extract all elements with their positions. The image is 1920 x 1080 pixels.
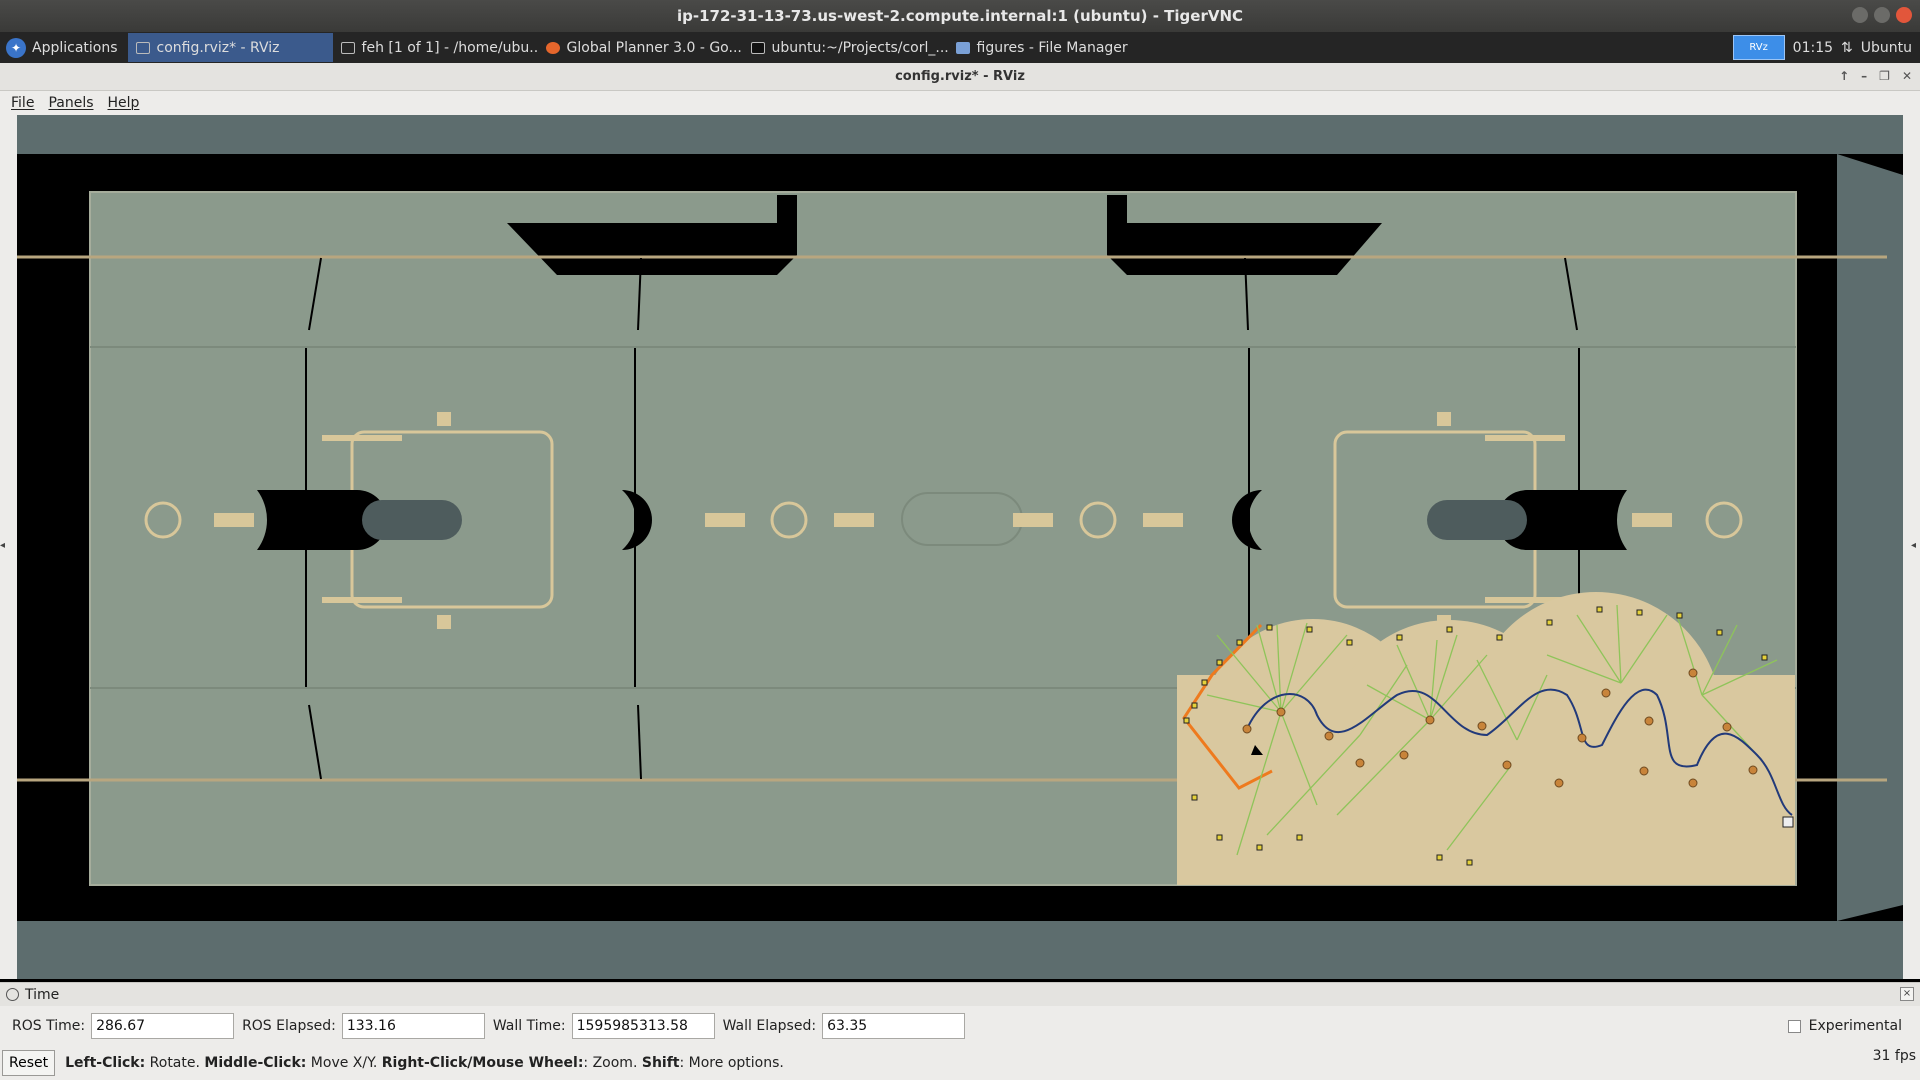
window-icon bbox=[340, 41, 355, 54]
task-label: Global Planner 3.0 - Go... bbox=[566, 39, 742, 56]
status-bar: Reset Left-Click: Rotate. Middle-Click: … bbox=[0, 1046, 1920, 1080]
wall-elapsed-label: Wall Elapsed: bbox=[722, 1018, 817, 1034]
time-panel-title: Time bbox=[25, 986, 60, 1003]
hint-left-click: Left-Click: bbox=[65, 1055, 146, 1071]
hint-shift-desc: : More options. bbox=[679, 1055, 784, 1071]
minimize-icon[interactable]: – bbox=[1861, 69, 1867, 83]
collapse-left-icon: ◂ bbox=[0, 540, 6, 551]
shade-icon[interactable]: ↑ bbox=[1839, 69, 1849, 83]
keyboard-layout-badge[interactable]: RVz bbox=[1732, 35, 1785, 60]
collapse-right-icon: ◂ bbox=[1910, 540, 1916, 551]
rviz-menubar: File Panels Help bbox=[0, 91, 1920, 115]
task-label: ubuntu:~/Projects/corl_... bbox=[771, 39, 948, 56]
wall-elapsed-field[interactable] bbox=[822, 1013, 966, 1039]
user-menu[interactable]: Ubuntu bbox=[1861, 40, 1912, 56]
task-rviz[interactable]: config.rviz* - RViz bbox=[127, 33, 333, 62]
applications-menu[interactable]: ✦ Applications bbox=[0, 32, 128, 63]
maximize-button[interactable] bbox=[1874, 7, 1890, 23]
taskbar: ✦ Applications config.rviz* - RViz feh [… bbox=[0, 32, 1920, 63]
render-panel[interactable] bbox=[17, 115, 1903, 979]
right-dock-handle[interactable]: ◂ bbox=[1903, 115, 1920, 979]
task-firefox[interactable]: Global Planner 3.0 - Go... bbox=[538, 33, 743, 62]
rviz-window-controls: ↑ – ❐ ✕ bbox=[1839, 69, 1912, 83]
folder-icon bbox=[955, 41, 970, 54]
experimental-checkbox[interactable] bbox=[1787, 1019, 1801, 1033]
experimental-toggle[interactable]: Experimental bbox=[1787, 1018, 1902, 1034]
vnc-title-bar: ip-172-31-13-73.us-west-2.compute.intern… bbox=[0, 0, 1920, 32]
task-feh[interactable]: feh [1 of 1] - /home/ubu... bbox=[333, 33, 538, 62]
panel-tray: RVz 01:15 ⇅ Ubuntu bbox=[1732, 35, 1920, 60]
vnc-window-controls bbox=[1852, 7, 1912, 23]
minimize-button[interactable] bbox=[1852, 7, 1868, 23]
maximize-icon[interactable]: ❐ bbox=[1879, 69, 1890, 83]
task-terminal[interactable]: ubuntu:~/Projects/corl_... bbox=[743, 33, 948, 62]
hint-right-click: Right-Click/Mouse Wheel: bbox=[381, 1055, 584, 1071]
firefox-icon bbox=[545, 41, 560, 54]
task-file-manager[interactable]: figures - File Manager bbox=[948, 33, 1153, 62]
vnc-title: ip-172-31-13-73.us-west-2.compute.intern… bbox=[676, 7, 1244, 25]
hint-left-click-desc: Rotate. bbox=[145, 1055, 205, 1071]
reset-button[interactable]: Reset bbox=[2, 1050, 56, 1076]
rviz-icon bbox=[135, 41, 150, 54]
rviz-title-bar: config.rviz* - RViz ↑ – ❐ ✕ bbox=[0, 63, 1920, 91]
left-dock-handle[interactable]: ◂ bbox=[0, 115, 17, 979]
fps-counter: 31 fps bbox=[1872, 1048, 1916, 1064]
clock[interactable]: 01:15 bbox=[1793, 40, 1833, 56]
clock-icon bbox=[6, 988, 19, 1001]
time-panel-header: Time × bbox=[0, 982, 1920, 1006]
wall-time-label: Wall Time: bbox=[492, 1018, 566, 1034]
rviz-window-title: config.rviz* - RViz bbox=[895, 69, 1025, 84]
hint-shift: Shift bbox=[641, 1055, 680, 1071]
ros-time-field[interactable] bbox=[91, 1013, 235, 1039]
menu-file[interactable]: File bbox=[11, 95, 34, 111]
ros-time-label: ROS Time: bbox=[12, 1018, 86, 1034]
terminal-icon bbox=[750, 41, 765, 54]
ros-elapsed-label: ROS Elapsed: bbox=[242, 1018, 336, 1034]
task-label: feh [1 of 1] - /home/ubu... bbox=[361, 39, 538, 56]
ros-elapsed-field[interactable] bbox=[341, 1013, 485, 1039]
viewport-area: ◂ ◂ bbox=[0, 115, 1920, 979]
wall-time-field[interactable] bbox=[571, 1013, 715, 1039]
hint-middle-click: Middle-Click: bbox=[204, 1055, 307, 1071]
xfce-mouse-icon: ✦ bbox=[6, 37, 26, 58]
task-label: figures - File Manager bbox=[976, 39, 1128, 56]
close-button[interactable] bbox=[1896, 7, 1912, 23]
network-icon[interactable]: ⇅ bbox=[1841, 40, 1853, 56]
applications-label: Applications bbox=[32, 39, 118, 56]
task-label: config.rviz* - RViz bbox=[156, 39, 280, 56]
menu-panels[interactable]: Panels bbox=[48, 95, 93, 111]
close-icon[interactable]: × bbox=[1900, 987, 1914, 1001]
goal-marker bbox=[1782, 816, 1794, 828]
wall-perspective bbox=[1837, 154, 1903, 921]
hint-right-click-desc: : Zoom. bbox=[583, 1055, 642, 1071]
time-panel: ROS Time: ROS Elapsed: Wall Time: Wall E… bbox=[0, 1006, 1920, 1046]
hint-middle-click-desc: Move X/Y. bbox=[306, 1055, 382, 1071]
menu-help[interactable]: Help bbox=[108, 95, 140, 111]
close-icon[interactable]: ✕ bbox=[1902, 69, 1912, 83]
experimental-label: Experimental bbox=[1808, 1018, 1902, 1034]
map-render bbox=[17, 154, 1903, 921]
